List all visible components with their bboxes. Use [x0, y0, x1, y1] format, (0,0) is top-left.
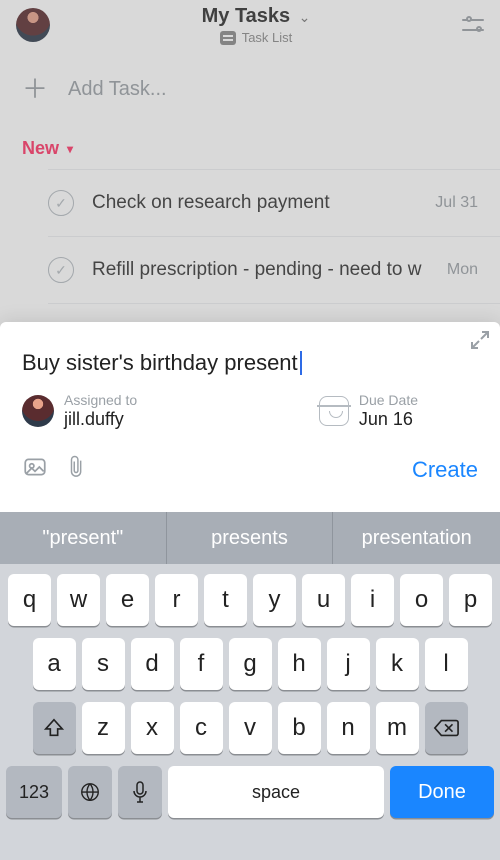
key-h[interactable]: h [278, 638, 321, 690]
key-j[interactable]: j [327, 638, 370, 690]
key-e[interactable]: e [106, 574, 149, 626]
key-o[interactable]: o [400, 574, 443, 626]
text-caret [300, 351, 302, 375]
image-icon[interactable] [22, 454, 48, 485]
key-q[interactable]: q [8, 574, 51, 626]
suggestion[interactable]: presents [167, 512, 334, 564]
shift-key[interactable] [33, 702, 76, 754]
key-u[interactable]: u [302, 574, 345, 626]
key-n[interactable]: n [327, 702, 370, 754]
key-t[interactable]: t [204, 574, 247, 626]
composer-details: Assigned to jill.duffy Due Date Jun 16 [0, 384, 500, 444]
key-l[interactable]: l [425, 638, 468, 690]
key-m[interactable]: m [376, 702, 419, 754]
key-i[interactable]: i [351, 574, 394, 626]
key-z[interactable]: z [82, 702, 125, 754]
due-date-field[interactable]: Due Date Jun 16 [319, 392, 418, 430]
suggestion-bar: "present" presents presentation [0, 512, 500, 564]
suggestion[interactable]: "present" [0, 512, 167, 564]
key-g[interactable]: g [229, 638, 272, 690]
key-k[interactable]: k [376, 638, 419, 690]
key-v[interactable]: v [229, 702, 272, 754]
assignee-label: Assigned to [64, 392, 137, 409]
expand-icon[interactable] [470, 330, 490, 355]
task-name-text: Buy sister's birthday present [22, 350, 298, 376]
task-name-input[interactable]: Buy sister's birthday present [0, 322, 500, 384]
due-date-label: Due Date [359, 392, 418, 409]
key-w[interactable]: w [57, 574, 100, 626]
done-key[interactable]: Done [390, 766, 494, 818]
composer-sheet: Buy sister's birthday present Assigned t… [0, 322, 500, 860]
assignee-avatar [22, 395, 54, 427]
composer-toolbar: Create [0, 444, 500, 499]
assignee-field[interactable]: Assigned to jill.duffy [22, 392, 137, 430]
due-date-value: Jun 16 [359, 409, 418, 431]
key-p[interactable]: p [449, 574, 492, 626]
create-button[interactable]: Create [412, 457, 478, 483]
globe-key[interactable] [68, 766, 112, 818]
key-b[interactable]: b [278, 702, 321, 754]
key-a[interactable]: a [33, 638, 76, 690]
numbers-key[interactable]: 123 [6, 766, 62, 818]
mic-key[interactable] [118, 766, 162, 818]
suggestion[interactable]: presentation [333, 512, 500, 564]
key-f[interactable]: f [180, 638, 223, 690]
assignee-value: jill.duffy [64, 409, 137, 431]
key-c[interactable]: c [180, 702, 223, 754]
key-y[interactable]: y [253, 574, 296, 626]
backspace-key[interactable] [425, 702, 468, 754]
keyboard: "present" presents presentation qwertyui… [0, 512, 500, 860]
attachment-icon[interactable] [66, 454, 88, 485]
calendar-icon [319, 396, 349, 426]
key-s[interactable]: s [82, 638, 125, 690]
key-d[interactable]: d [131, 638, 174, 690]
space-key[interactable]: space [168, 766, 384, 818]
key-r[interactable]: r [155, 574, 198, 626]
key-x[interactable]: x [131, 702, 174, 754]
